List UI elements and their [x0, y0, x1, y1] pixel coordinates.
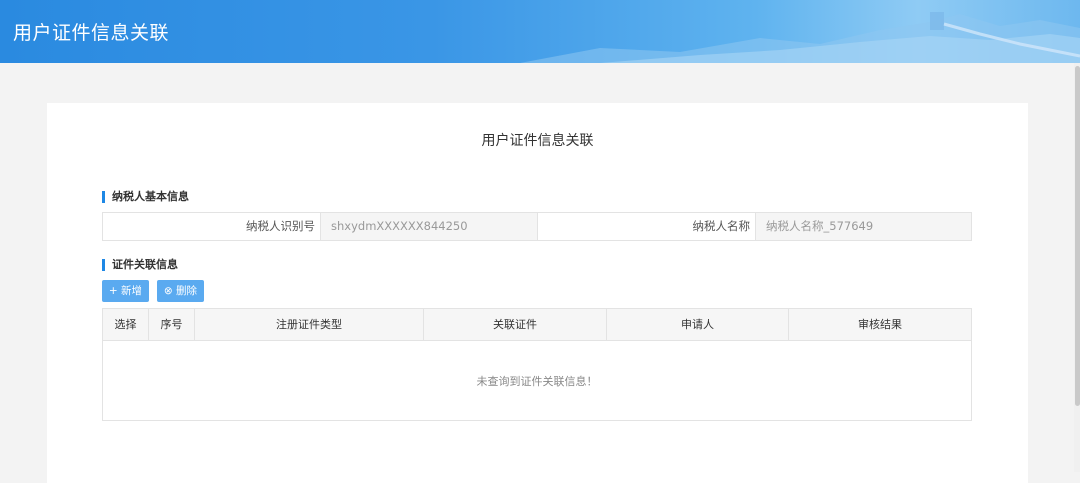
add-button-label: + 新增	[108, 285, 143, 297]
section-title-basic-info: 纳税人基本信息	[102, 191, 189, 203]
column-header-linked-cert: 关联证件	[424, 309, 607, 340]
taxpayer-name-field: 纳税人名称_577649	[755, 213, 971, 240]
header-title: 用户证件信息关联	[13, 22, 170, 44]
table-header-row: 选择 序号 注册证件类型 关联证件 申请人 审核结果	[103, 309, 971, 341]
column-header-index: 序号	[149, 309, 195, 340]
taxpayer-info-table: 纳税人识别号 shxydmXXXXXX844250 纳税人名称 纳税人名称_57…	[102, 212, 972, 241]
column-header-cert-type: 注册证件类型	[195, 309, 424, 340]
column-header-select: 选择	[103, 309, 149, 340]
page-header: 用户证件信息关联	[0, 0, 1080, 63]
add-button[interactable]: + 新增	[102, 280, 149, 302]
card-title: 用户证件信息关联	[481, 133, 594, 149]
section-title-cert-info: 证件关联信息	[102, 259, 178, 271]
taxpayer-id-field: shxydmXXXXXX844250	[320, 213, 537, 240]
cert-table: 选择 序号 注册证件类型 关联证件 申请人 审核结果 未查询到证件关联信息！	[102, 308, 972, 421]
taxpayer-id-label: 纳税人识别号	[246, 219, 315, 233]
empty-message: 未查询到证件关联信息！	[476, 375, 598, 388]
column-header-applicant: 申请人	[607, 309, 789, 340]
column-header-review-result: 审核结果	[858, 318, 902, 331]
delete-button[interactable]: ⊗ 删除	[157, 280, 204, 302]
taxpayer-name-label: 纳税人名称	[692, 219, 751, 233]
scrollbar-thumb[interactable]	[1075, 66, 1080, 406]
delete-button-label: ⊗ 删除	[163, 285, 198, 297]
main-card: 用户证件信息关联 纳税人基本信息 纳税人识别号 shxydmXXXXXX8442…	[47, 103, 1028, 483]
